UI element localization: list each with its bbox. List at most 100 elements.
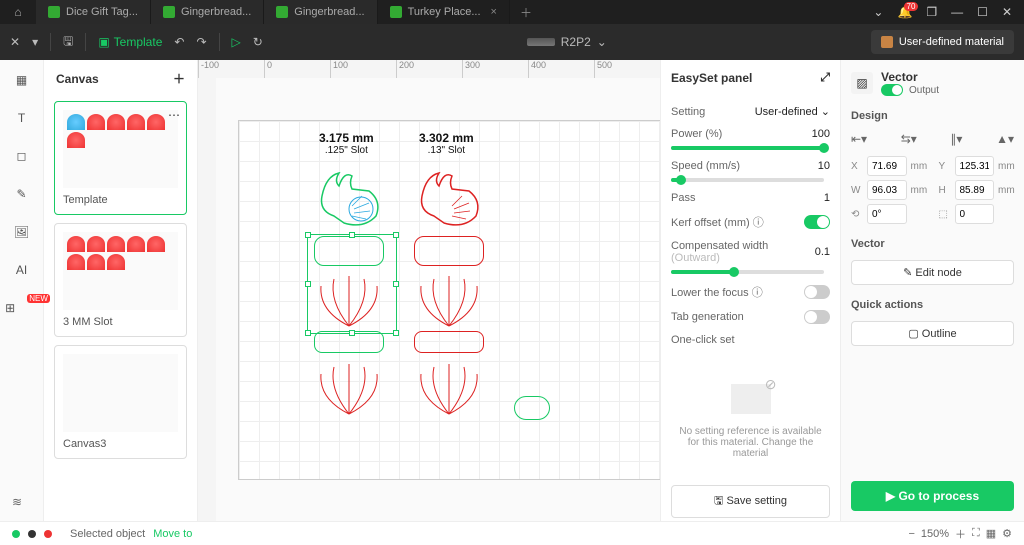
text-tool-icon[interactable]: T: [12, 108, 32, 128]
home-icon[interactable]: ⌂: [0, 5, 36, 19]
chevron-down-icon[interactable]: ⌄: [873, 5, 883, 19]
fit-icon[interactable]: ⛶: [972, 527, 980, 540]
undo-icon[interactable]: ↶: [174, 35, 184, 49]
y-input[interactable]: [955, 156, 995, 176]
save-icon[interactable]: 🖫: [63, 32, 73, 53]
minimize-icon[interactable]: —: [951, 5, 963, 19]
flip-icon[interactable]: ▲▾: [996, 132, 1014, 146]
shape-tool-icon[interactable]: ◻: [12, 146, 32, 166]
tab-2[interactable]: Gingerbread...: [264, 0, 377, 24]
artwork-swan-blue[interactable]: [314, 161, 384, 231]
close-file-icon[interactable]: ✕: [10, 35, 20, 49]
kerf-toggle[interactable]: [804, 215, 830, 229]
zoom-level[interactable]: 150%: [921, 528, 949, 540]
resize-handle[interactable]: [393, 330, 399, 336]
tabgen-toggle[interactable]: [804, 310, 830, 324]
w-input[interactable]: [867, 180, 907, 200]
canvas-grid[interactable]: 3.175 mm.125" Slot 3.302 mm.13" Slot: [238, 120, 660, 480]
zoom-out-button[interactable]: −: [908, 528, 914, 540]
vector-layer-icon[interactable]: ▨: [851, 72, 873, 94]
resize-handle[interactable]: [349, 330, 355, 336]
maximize-icon[interactable]: ☐: [977, 5, 988, 19]
resize-handle[interactable]: [349, 232, 355, 238]
artwork-fan[interactable]: [409, 271, 489, 331]
notifications-icon[interactable]: 🔔70: [897, 5, 912, 19]
setting-label: Setting: [671, 106, 705, 118]
speed-slider[interactable]: [671, 178, 830, 182]
settings-icon[interactable]: ⚙: [1002, 527, 1012, 540]
close-window-icon[interactable]: ✕: [1002, 5, 1012, 19]
resize-handle[interactable]: [393, 281, 399, 287]
resize-handle[interactable]: [305, 330, 311, 336]
material-button[interactable]: User-defined material: [871, 30, 1014, 54]
selection-bounds[interactable]: [307, 234, 397, 334]
resize-handle[interactable]: [305, 281, 311, 287]
speed-label: Speed (mm/s): [671, 160, 740, 172]
collapse-icon[interactable]: ⤢: [820, 70, 830, 85]
canvas-thumb-3mm[interactable]: 3 MM Slot: [54, 223, 187, 337]
outline-button[interactable]: ▢ Outline: [851, 321, 1014, 346]
artwork-slot[interactable]: [414, 236, 484, 266]
output-toggle[interactable]: [881, 84, 903, 96]
power-slider[interactable]: [671, 146, 830, 150]
work-area[interactable]: -1000100200300400500 3.175 mm.125" Slot …: [198, 60, 660, 521]
h-input[interactable]: [955, 180, 995, 200]
go-to-process-button[interactable]: ▶ Go to process: [851, 481, 1014, 511]
dropdown-icon[interactable]: ▾: [32, 35, 38, 49]
add-canvas-button[interactable]: ＋: [173, 70, 185, 87]
lock-aspect-icon[interactable]: mm: [998, 185, 1014, 196]
lower-focus-toggle[interactable]: [804, 285, 830, 299]
oneclick-title: One-click set: [671, 334, 830, 346]
redo-icon[interactable]: ↷: [196, 35, 206, 49]
corner-input[interactable]: [955, 204, 995, 224]
artwork-fan[interactable]: [409, 359, 489, 419]
setting-dropdown[interactable]: User-defined ⌄: [755, 105, 830, 118]
tab-0[interactable]: Dice Gift Tag...: [36, 0, 151, 24]
tab-3[interactable]: Turkey Place...×: [378, 0, 510, 24]
tab-1[interactable]: Gingerbread...: [151, 0, 264, 24]
x-input[interactable]: [867, 156, 907, 176]
close-icon[interactable]: ×: [487, 6, 497, 18]
power-value: 100: [812, 128, 830, 140]
save-setting-button[interactable]: 🖫 Save setting: [671, 485, 830, 518]
windows-icon[interactable]: ❐: [926, 5, 937, 19]
template-button[interactable]: ▣ Template: [98, 35, 162, 49]
align-left-icon[interactable]: ⇤▾: [851, 132, 867, 146]
artwork-swan-red[interactable]: [414, 161, 484, 231]
new-tab-button[interactable]: ＋: [510, 4, 542, 21]
pass-value[interactable]: 1: [824, 192, 830, 204]
ai-tool-icon[interactable]: AI: [12, 260, 32, 280]
edit-node-button[interactable]: ✎ Edit node: [851, 260, 1014, 285]
canvas-thumb-template[interactable]: ⋯ Template: [54, 101, 187, 215]
artwork-fan[interactable]: [309, 359, 389, 419]
move-to-link[interactable]: Move to: [153, 528, 192, 540]
canvas-thumb-canvas3[interactable]: Canvas3: [54, 345, 187, 459]
selected-object-label: Selected object: [70, 528, 145, 540]
apps-tool-icon[interactable]: ⊞NEW: [12, 298, 32, 318]
grid-icon[interactable]: ▦: [986, 527, 996, 540]
tab-label: Gingerbread...: [294, 6, 364, 18]
resize-handle[interactable]: [393, 232, 399, 238]
ruler-horizontal: -1000100200300400500: [198, 60, 660, 78]
layers-tool-icon[interactable]: ▦: [12, 70, 32, 90]
refresh-icon[interactable]: ↻: [253, 35, 263, 49]
align-center-icon[interactable]: ⇆▾: [901, 132, 917, 146]
kerf-label: Kerf offset (mm) ⓘ: [671, 214, 764, 230]
rot-input[interactable]: [867, 204, 907, 224]
thumb-label: Canvas3: [63, 438, 178, 450]
ruler-vertical: [198, 78, 216, 521]
resize-handle[interactable]: [305, 232, 311, 238]
pen-tool-icon[interactable]: ✎: [12, 184, 32, 204]
artwork-slot[interactable]: [414, 331, 484, 353]
distribute-icon[interactable]: ∥▾: [950, 132, 962, 146]
more-icon[interactable]: ⋯: [168, 108, 180, 122]
comp-slider[interactable]: [671, 270, 830, 274]
artwork-pill[interactable]: [514, 396, 550, 420]
play-icon[interactable]: ▷: [232, 35, 241, 49]
image-tool-icon[interactable]: 🖼: [12, 222, 32, 242]
zoom-in-button[interactable]: ＋: [955, 526, 966, 542]
device-selector[interactable]: R2P2 ⌄: [527, 35, 607, 49]
status-dot-green: [12, 530, 20, 538]
layers-icon[interactable]: ≋: [12, 495, 32, 515]
canvas-title: Canvas: [56, 72, 99, 86]
